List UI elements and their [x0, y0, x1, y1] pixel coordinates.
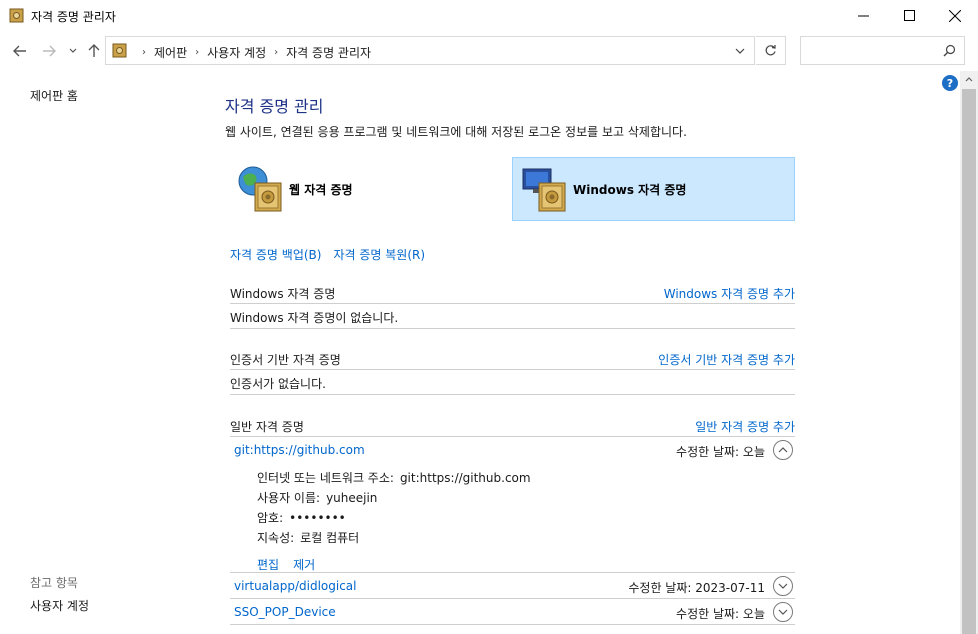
detail-label: 암호:: [257, 511, 284, 525]
breadcrumb: › 제어판 › 사용자 계정 › 자격 증명 관리자: [134, 44, 371, 61]
collapse-button[interactable]: [773, 440, 793, 460]
detail-label: 인터넷 또는 네트워크 주소:: [257, 471, 394, 485]
address-dropdown-button[interactable]: [726, 36, 754, 65]
breadcrumb-user-accounts[interactable]: 사용자 계정: [207, 44, 266, 61]
web-credentials-tile[interactable]: 웹 자격 증명: [229, 157, 512, 221]
minimize-icon: [857, 15, 869, 17]
windows-credentials-icon: [519, 163, 571, 215]
close-icon: [949, 9, 961, 22]
scroll-up-button[interactable]: [960, 71, 978, 88]
empty-message: 인증서가 없습니다.: [230, 377, 326, 391]
detail-persistence-row: 지속성: 로컬 컴퓨터: [257, 529, 359, 546]
forward-button[interactable]: [38, 40, 60, 62]
section-title: Windows 자격 증명: [230, 287, 336, 301]
scrollbar-thumb[interactable]: [962, 89, 976, 634]
add-windows-credential-link[interactable]: Windows 자격 증명 추가: [664, 285, 795, 302]
back-button[interactable]: [9, 40, 31, 62]
see-also-heading: 참고 항목: [30, 576, 78, 590]
chevron-right-icon[interactable]: ›: [274, 47, 278, 58]
remove-link[interactable]: 제거: [293, 556, 315, 573]
arrow-left-icon: [13, 45, 26, 57]
maximize-button[interactable]: [886, 0, 932, 31]
web-credentials-label: 웹 자격 증명: [289, 182, 353, 197]
credential-entry[interactable]: SSO_POP_Device 수정한 날짜: 오늘: [230, 599, 795, 625]
credential-entry[interactable]: git:https://github.com 수정한 날짜: 오늘: [230, 437, 795, 463]
chevron-up-icon: [778, 447, 788, 453]
credential-details: 인터넷 또는 네트워크 주소: git:https://github.com 사용…: [230, 463, 795, 573]
credential-manager-icon: [112, 43, 127, 58]
user-accounts-link[interactable]: 사용자 계정: [30, 597, 89, 614]
generic-credentials-section: 일반 자격 증명 일반 자격 증명 추가 git:https://github.…: [230, 414, 795, 625]
detail-value: yuheejin: [326, 491, 378, 505]
chevron-down-icon: [778, 583, 788, 589]
detail-username-row: 사용자 이름: yuheejin: [257, 489, 377, 506]
title-bar: 자격 증명 관리자: [0, 0, 978, 31]
chevron-down-icon: [735, 48, 745, 54]
credential-name[interactable]: git:https://github.com: [234, 443, 365, 457]
detail-address-row: 인터넷 또는 네트워크 주소: git:https://github.com: [257, 469, 531, 486]
window-title: 자격 증명 관리자: [31, 10, 116, 24]
arrow-up-icon: [88, 44, 100, 57]
chevron-right-icon: ›: [142, 47, 146, 58]
up-button[interactable]: [83, 40, 105, 62]
detail-value: git:https://github.com: [399, 471, 531, 485]
chevron-down-icon: [69, 48, 77, 53]
help-icon[interactable]: ?: [942, 75, 958, 91]
vertical-scrollbar[interactable]: [960, 71, 978, 634]
detail-value: 로컬 컴퓨터: [300, 531, 360, 545]
edit-link[interactable]: 편집: [257, 556, 279, 573]
breadcrumb-credential-manager[interactable]: 자격 증명 관리자: [286, 44, 371, 61]
detail-password-row: 암호: ••••••••: [257, 509, 346, 526]
close-button[interactable]: [932, 0, 978, 31]
credential-name[interactable]: virtualapp/didlogical: [234, 579, 356, 593]
recent-locations-button[interactable]: [62, 40, 84, 62]
modified-date: 수정한 날짜: 2023-07-11: [628, 581, 765, 595]
address-bar[interactable]: › 제어판 › 사용자 계정 › 자격 증명 관리자: [105, 36, 755, 65]
backup-restore-links: 자격 증명 백업(B) 자격 증명 복원(R): [230, 246, 425, 263]
page-description: 웹 사이트, 연결된 응용 프로그램 및 네트워크에 대해 저장된 로그온 정보…: [225, 125, 687, 139]
credential-manager-icon: [9, 8, 24, 23]
chevron-up-icon: [965, 77, 973, 82]
add-generic-credential-link[interactable]: 일반 자격 증명 추가: [695, 418, 795, 435]
empty-message: Windows 자격 증명이 없습니다.: [230, 311, 399, 325]
control-panel-home-link[interactable]: 제어판 홈: [30, 87, 78, 104]
detail-label: 사용자 이름:: [257, 491, 321, 505]
restore-credentials-link[interactable]: 자격 증명 복원(R): [333, 246, 425, 263]
search-icon: [943, 44, 956, 57]
windows-credentials-section: Windows 자격 증명 Windows 자격 증명 추가 Windows 자…: [230, 281, 795, 329]
section-title: 인증서 기반 자격 증명: [230, 353, 341, 367]
refresh-icon: [765, 45, 776, 56]
certificate-credentials-section: 인증서 기반 자격 증명 인증서 기반 자격 증명 추가 인증서가 없습니다.: [230, 347, 795, 395]
left-pane: 제어판 홈 참고 항목 사용자 계정: [0, 71, 205, 634]
divider: [230, 328, 795, 329]
detail-value: ••••••••: [289, 511, 346, 525]
windows-credentials-label: Windows 자격 증명: [573, 182, 687, 197]
minimize-button[interactable]: [840, 0, 886, 31]
maximize-icon: [903, 10, 915, 21]
add-certificate-credential-link[interactable]: 인증서 기반 자격 증명 추가: [658, 351, 795, 368]
detail-actions: 편집 제거: [257, 556, 315, 573]
page-title: 자격 증명 관리: [225, 97, 324, 116]
divider: [230, 394, 795, 395]
arrow-right-icon: [43, 45, 56, 57]
web-credentials-icon: [235, 163, 287, 215]
windows-credentials-tile[interactable]: Windows 자격 증명: [512, 157, 795, 221]
search-input[interactable]: [800, 36, 965, 65]
backup-credentials-link[interactable]: 자격 증명 백업(B): [230, 246, 321, 263]
credential-name[interactable]: SSO_POP_Device: [234, 605, 336, 619]
section-title: 일반 자격 증명: [230, 420, 304, 434]
modified-date: 수정한 날짜: 오늘: [676, 607, 765, 621]
chevron-right-icon[interactable]: ›: [195, 47, 199, 58]
modified-date: 수정한 날짜: 오늘: [676, 445, 765, 459]
credential-entry[interactable]: virtualapp/didlogical 수정한 날짜: 2023-07-11: [230, 573, 795, 599]
refresh-button[interactable]: [756, 36, 786, 65]
expand-button[interactable]: [773, 576, 793, 596]
breadcrumb-control-panel[interactable]: 제어판: [154, 44, 187, 61]
expand-button[interactable]: [773, 602, 793, 622]
main-content: 자격 증명 관리 웹 사이트, 연결된 응용 프로그램 및 네트워크에 대해 저…: [205, 71, 960, 634]
detail-label: 지속성:: [257, 531, 295, 545]
chevron-down-icon: [778, 609, 788, 615]
